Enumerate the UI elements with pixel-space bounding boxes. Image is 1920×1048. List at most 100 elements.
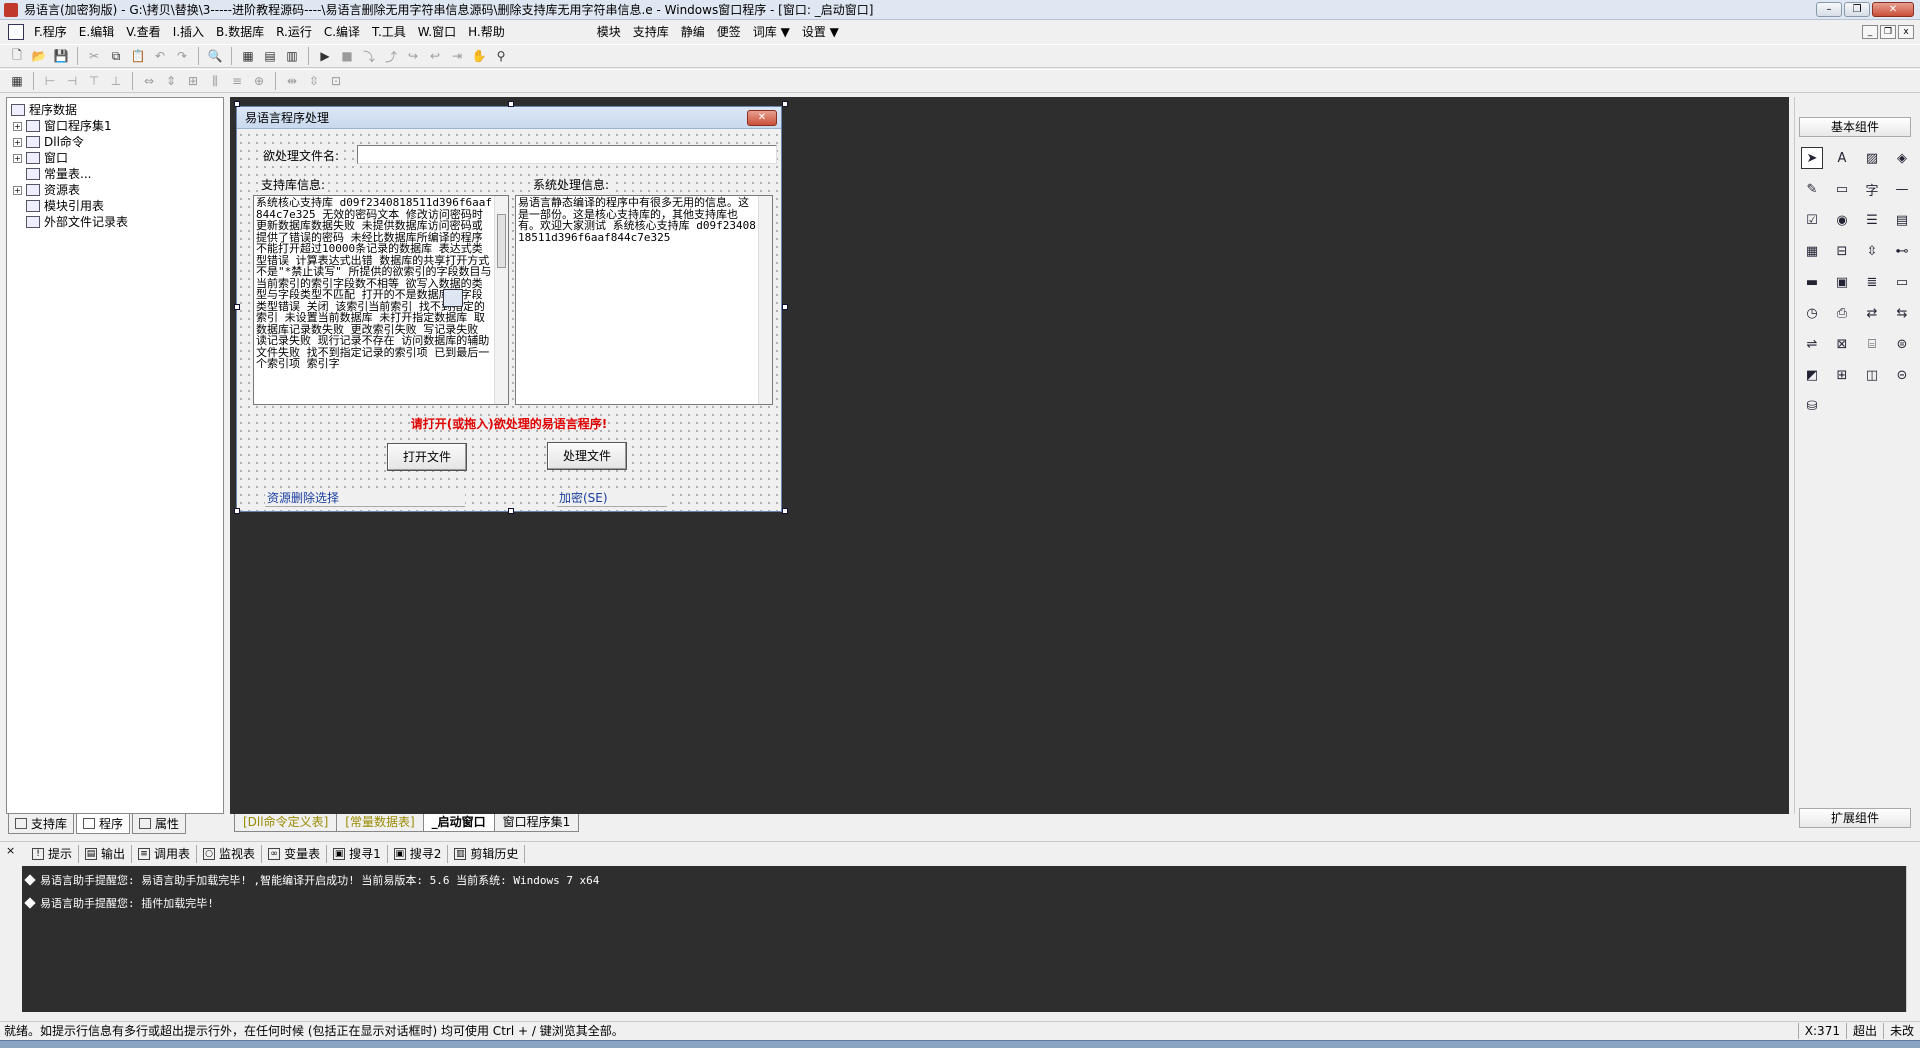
- hcenter-icon[interactable]: ⇹: [283, 72, 301, 90]
- step4-icon[interactable]: ↩: [426, 47, 444, 65]
- tab-clip-history[interactable]: ▥ 剪辑历史: [448, 844, 526, 863]
- scrollbar-icon[interactable]: ⇳: [1861, 240, 1883, 262]
- radio-icon[interactable]: ◉: [1831, 209, 1853, 231]
- paste-icon[interactable]: 📋: [129, 47, 147, 65]
- slider-icon[interactable]: ⊷: [1891, 240, 1913, 262]
- file-name-input[interactable]: [357, 145, 777, 164]
- step3-icon[interactable]: ↪: [404, 47, 422, 65]
- tab-watch[interactable]: ○ 监视表: [197, 844, 263, 863]
- tab-dll-commands[interactable]: [Dll命令定义表]: [234, 814, 338, 832]
- resize-handle[interactable]: [234, 304, 240, 310]
- checkbox-icon[interactable]: ☑: [1801, 209, 1823, 231]
- tab-search2[interactable]: ▣ 搜寻2: [388, 844, 449, 863]
- grid-icon[interactable]: ▦: [1801, 240, 1823, 262]
- label-icon[interactable]: A: [1831, 147, 1853, 169]
- resize-handle[interactable]: [508, 101, 514, 107]
- support-info-scrollbar[interactable]: [494, 196, 508, 404]
- mdi-minimize-button[interactable]: _: [1862, 25, 1878, 39]
- datasource-icon[interactable]: ⛁: [1801, 395, 1823, 417]
- tab-properties[interactable]: 属性: [132, 814, 187, 834]
- run-icon[interactable]: ▶: [316, 47, 334, 65]
- combo-icon[interactable]: ▤: [1891, 209, 1913, 231]
- table-icon[interactable]: ⊞: [1831, 364, 1853, 386]
- system-info-scrollbar[interactable]: [758, 196, 772, 404]
- restore-button[interactable]: ❐: [1844, 2, 1870, 17]
- menu-compile[interactable]: C.编译: [318, 21, 366, 43]
- tree-item-module-ref[interactable]: 模块引用表: [11, 198, 128, 214]
- layout1-icon[interactable]: ▦: [239, 47, 257, 65]
- text-icon[interactable]: 字: [1861, 178, 1883, 200]
- save-icon[interactable]: 💾: [52, 47, 70, 65]
- form-close-icon[interactable]: ✕: [747, 110, 777, 126]
- step2-icon[interactable]: ⤴: [382, 47, 400, 65]
- menu-view[interactable]: V.查看: [120, 21, 166, 43]
- minimize-button[interactable]: –: [1816, 2, 1842, 17]
- output-console[interactable]: 易语言助手提醒您: 易语言助手加载完毕! ,智能编译开启成功! 当前易版本: 5…: [22, 866, 1920, 1012]
- menu-database[interactable]: B.数据库: [210, 21, 270, 43]
- printer-icon[interactable]: ⎙: [1831, 302, 1853, 324]
- menu-thesaurus[interactable]: 词库 ▼: [747, 21, 796, 43]
- tab-window-set[interactable]: 窗口程序集1: [493, 814, 580, 832]
- menu-insert[interactable]: I.插入: [167, 21, 210, 43]
- menu-module[interactable]: 模块: [591, 21, 627, 43]
- layout3-icon[interactable]: ▥: [283, 47, 301, 65]
- progress-icon[interactable]: ▬: [1801, 271, 1823, 293]
- client-icon[interactable]: ⇆: [1891, 302, 1913, 324]
- resize-handle[interactable]: [782, 508, 788, 514]
- vspace-icon[interactable]: ≡: [228, 72, 246, 90]
- open-file-button[interactable]: 打开文件: [387, 443, 467, 471]
- tab-constants[interactable]: [常量数据表]: [336, 814, 424, 832]
- tree-item-window-set[interactable]: + 窗口程序集1: [11, 118, 128, 134]
- menu-static-compile[interactable]: 静编: [675, 21, 711, 43]
- grid-align-icon[interactable]: ▦: [8, 72, 26, 90]
- form-designer[interactable]: 易语言程序处理 ✕ 欲处理文件名: 支持库信息: 系统处理信息: 系统核心支持库…: [236, 106, 782, 512]
- undo-icon[interactable]: ↶: [151, 47, 169, 65]
- align-left-icon[interactable]: ⊢: [41, 72, 59, 90]
- picture-icon[interactable]: ▨: [1861, 147, 1883, 169]
- tab-call-stack[interactable]: ≡ 调用表: [132, 844, 198, 863]
- shape-icon[interactable]: ◈: [1891, 147, 1913, 169]
- status-icon[interactable]: ▭: [1891, 271, 1913, 293]
- center-icon[interactable]: ⊕: [250, 72, 268, 90]
- menu-settings[interactable]: 设置 ▼: [796, 21, 845, 43]
- tab-support-lib[interactable]: 支持库: [8, 814, 75, 834]
- frame-icon[interactable]: ▭: [1831, 178, 1853, 200]
- tab-hint[interactable]: ! 提示: [26, 844, 80, 863]
- close-button[interactable]: ✕: [1872, 2, 1914, 17]
- menu-run[interactable]: R.运行: [270, 21, 318, 43]
- tree-item-resources[interactable]: + 资源表: [11, 182, 128, 198]
- vcenter-icon[interactable]: ⇳: [305, 72, 323, 90]
- timer-icon[interactable]: ◷: [1801, 302, 1823, 324]
- step1-icon[interactable]: ⤵: [360, 47, 378, 65]
- tree-item-constants[interactable]: 常量表...: [11, 166, 128, 182]
- server-icon[interactable]: ⇄: [1861, 302, 1883, 324]
- system-info-textbox[interactable]: 易语言静态编译的程序中有很多无用的信息。这是一部份。这是核心支持库的，其他支持库…: [515, 195, 773, 405]
- net-icon[interactable]: ⊠: [1831, 333, 1853, 355]
- menu-window[interactable]: W.窗口: [412, 21, 462, 43]
- layout2-icon[interactable]: ▤: [261, 47, 279, 65]
- fit-icon[interactable]: ⊡: [327, 72, 345, 90]
- encrypt-group[interactable]: 加密(SE): [557, 489, 667, 507]
- open-folder-icon[interactable]: 📂: [30, 47, 48, 65]
- tree-item-dll[interactable]: + Dll命令: [11, 134, 128, 150]
- hand-icon[interactable]: ✋: [470, 47, 488, 65]
- media-icon[interactable]: ◫: [1861, 364, 1883, 386]
- menu-edit[interactable]: E.编辑: [73, 21, 120, 43]
- tab-search1[interactable]: ▣ 搜寻1: [327, 844, 388, 863]
- tree-item-external-files[interactable]: 外部文件记录表: [11, 214, 128, 230]
- menu-help[interactable]: H.帮助: [462, 21, 511, 43]
- odbc2-icon[interactable]: ⊝: [1891, 364, 1913, 386]
- binoculars-icon[interactable]: ⚲: [492, 47, 510, 65]
- align-right-icon[interactable]: ⊣: [63, 72, 81, 90]
- menu-support-lib[interactable]: 支持库: [627, 21, 675, 43]
- listbox-icon[interactable]: ☰: [1861, 209, 1883, 231]
- tab-output[interactable]: ▤ 输出: [79, 844, 133, 863]
- step5-icon[interactable]: ⇥: [448, 47, 466, 65]
- align-top-icon[interactable]: ⊤: [85, 72, 103, 90]
- resize-handle[interactable]: [234, 508, 240, 514]
- resize-handle[interactable]: [782, 101, 788, 107]
- same-height-icon[interactable]: ⇕: [162, 72, 180, 90]
- stop-icon[interactable]: ■: [338, 47, 356, 65]
- resize-handle[interactable]: [508, 508, 514, 514]
- basic-components-header[interactable]: 基本组件: [1799, 117, 1911, 137]
